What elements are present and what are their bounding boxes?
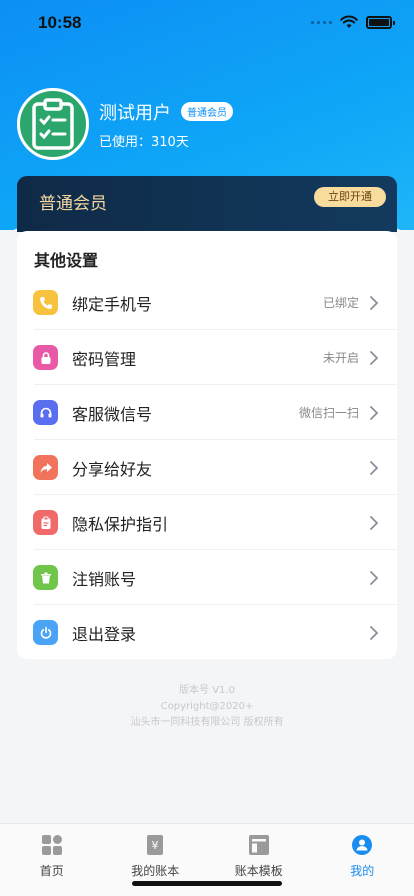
vip-title: 普通会员 — [39, 194, 107, 214]
tab-label: 我的账本 — [131, 864, 180, 878]
ledger-icon: ¥ — [147, 835, 164, 855]
tab-label: 账本模板 — [234, 864, 283, 878]
template-icon — [248, 835, 269, 855]
settings-list: 绑定手机号 已绑定 密码管理 未开启 客服微信号 微信扫一扫 分享给好友 隐私保… — [17, 275, 397, 660]
copyright-text: Copyright@2020+ — [160, 701, 254, 712]
version-text: 版本号 V1.0 — [179, 685, 235, 696]
chevron-right-icon — [370, 350, 379, 365]
signal-icon — [311, 20, 332, 24]
battery-icon — [366, 15, 395, 29]
setting-wechat-service[interactable]: 客服微信号 微信扫一扫 — [17, 385, 397, 440]
profile-section: 测试用户 普通会员 已使用：310天 — [17, 88, 233, 160]
tab-label: 首页 — [39, 864, 64, 878]
setting-label: 隐私保护指引 — [72, 514, 169, 534]
headset-icon — [33, 400, 58, 425]
tab-label: 我的 — [350, 864, 375, 878]
setting-label: 分享给好友 — [72, 459, 153, 479]
setting-label: 退出登录 — [72, 624, 137, 644]
setting-bind-phone[interactable]: 绑定手机号 已绑定 — [17, 275, 397, 330]
footer-info: 版本号 V1.0 Copyright@2020+ 汕头市一同科技有限公司 版权所… — [0, 683, 414, 731]
chevron-right-icon — [370, 295, 379, 310]
status-bar: 10:58 — [0, 0, 414, 46]
lock-icon — [33, 345, 58, 370]
tab-home[interactable]: 首页 — [0, 824, 104, 896]
user-icon — [352, 835, 373, 855]
chevron-right-icon — [370, 405, 379, 420]
settings-title: 其他设置 — [34, 251, 99, 270]
setting-share[interactable]: 分享给好友 — [17, 440, 397, 495]
setting-privacy[interactable]: 隐私保护指引 — [17, 495, 397, 550]
trash-icon — [33, 565, 58, 590]
setting-label: 密码管理 — [72, 349, 137, 369]
phone-icon — [33, 290, 58, 315]
status-icons — [311, 15, 395, 29]
status-time: 10:58 — [38, 13, 82, 32]
settings-card: 其他设置 绑定手机号 已绑定 密码管理 未开启 客服微信号 微信扫一扫 分享给好… — [17, 231, 397, 659]
setting-value: 未开启 — [322, 351, 359, 365]
setting-label: 绑定手机号 — [72, 294, 153, 314]
company-text: 汕头市一同科技有限公司 版权所有 — [130, 717, 284, 728]
user-name: 测试用户 — [99, 102, 171, 124]
chevron-right-icon — [370, 460, 379, 475]
used-days: 已使用：310天 — [99, 134, 189, 150]
member-tag: 普通会员 — [181, 102, 233, 121]
setting-value: 已绑定 — [322, 296, 359, 310]
setting-logout[interactable]: 退出登录 — [17, 605, 397, 660]
chevron-right-icon — [370, 570, 379, 585]
power-icon — [33, 620, 58, 645]
share-icon — [33, 455, 58, 480]
setting-label: 客服微信号 — [72, 404, 153, 424]
chevron-right-icon — [370, 625, 379, 640]
tab-mine[interactable]: 我的 — [311, 824, 414, 896]
svg-text:¥: ¥ — [152, 839, 159, 852]
home-grid-icon — [41, 835, 62, 855]
wifi-icon — [340, 15, 358, 28]
setting-label: 注销账号 — [72, 569, 137, 589]
setting-password[interactable]: 密码管理 未开启 — [17, 330, 397, 385]
clipboard-check-icon — [32, 98, 74, 150]
activate-vip-button[interactable]: 立即开通 — [314, 187, 386, 207]
profile-info: 测试用户 普通会员 已使用：310天 — [99, 99, 233, 150]
chevron-right-icon — [370, 515, 379, 530]
clipboard-icon — [33, 510, 58, 535]
avatar[interactable] — [17, 88, 89, 160]
setting-value: 微信扫一扫 — [298, 406, 359, 420]
vip-card: 普通会员 立即开通 — [17, 176, 397, 232]
home-indicator — [132, 881, 282, 886]
setting-delete-account[interactable]: 注销账号 — [17, 550, 397, 605]
